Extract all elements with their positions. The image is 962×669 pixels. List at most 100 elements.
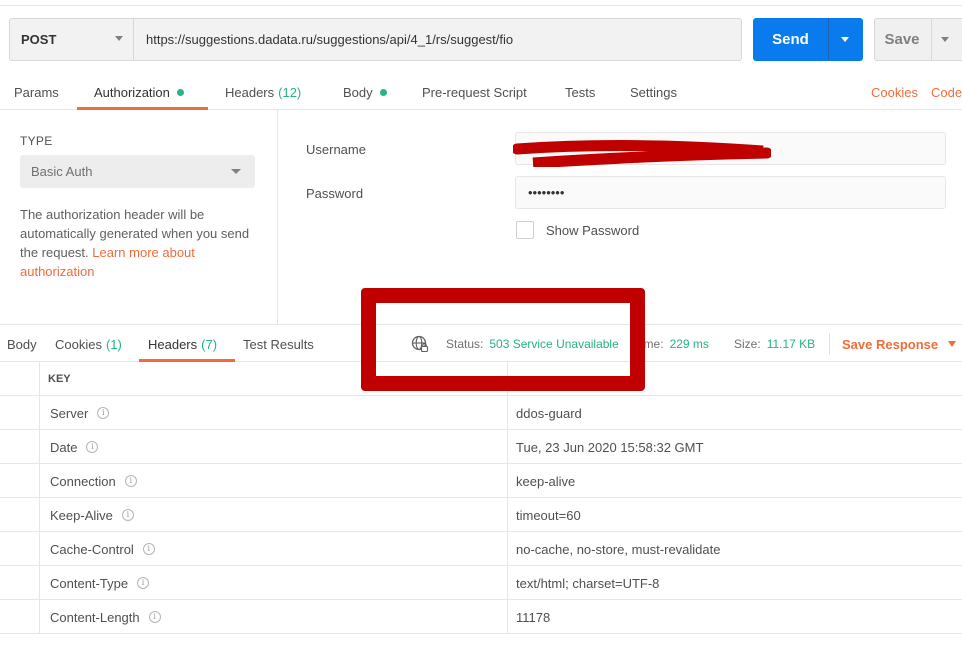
send-label: Send xyxy=(772,31,809,48)
response-tab-body[interactable]: Body xyxy=(7,325,37,363)
header-key-text: Content-Length xyxy=(50,609,140,625)
chevron-down-icon xyxy=(231,169,241,174)
password-input[interactable]: •••••••• xyxy=(515,176,946,209)
show-password-label: Show Password xyxy=(546,223,640,238)
save-label: Save xyxy=(884,31,920,48)
chevron-down-icon[interactable] xyxy=(841,37,849,42)
auth-description: The authorization header will be automat… xyxy=(20,205,260,281)
tab-body[interactable]: Body xyxy=(343,74,387,110)
info-icon[interactable]: i xyxy=(142,543,155,555)
info-icon[interactable]: i xyxy=(148,611,161,623)
time-meta: Time: 229 ms xyxy=(634,325,709,363)
header-value: no-cache, no-store, must-revalidate xyxy=(516,541,721,557)
username-label: Username xyxy=(306,142,366,157)
response-headers-table: KEY Server i ddos-guard Date i Tue, 23 Jun 20… xyxy=(0,362,962,634)
save-button[interactable]: Save xyxy=(874,18,962,61)
header-value: 11178 xyxy=(516,609,551,625)
tab-authorization[interactable]: Authorization xyxy=(94,74,184,110)
info-icon[interactable]: i xyxy=(137,577,150,589)
size-meta: Size: 11.17 KB xyxy=(734,325,815,363)
table-row: Date i Tue, 23 Jun 2020 15:58:32 GMT xyxy=(0,430,962,464)
active-dot-icon xyxy=(176,88,184,96)
row-gutter xyxy=(0,600,40,634)
response-tab-test-results-label: Test Results xyxy=(243,336,314,352)
tab-body-label: Body xyxy=(343,84,373,100)
table-row: Connection i keep-alive xyxy=(0,464,962,498)
header-key: Cache-Control i xyxy=(50,532,155,566)
header-value: Tue, 23 Jun 2020 15:58:32 GMT xyxy=(516,439,704,455)
password-label: Password xyxy=(306,186,364,201)
header-key-text: Keep-Alive xyxy=(50,507,113,523)
column-divider xyxy=(507,600,508,634)
chevron-down-icon[interactable] xyxy=(941,37,949,42)
size-value: 11.17 KB xyxy=(766,337,816,351)
auth-type-select[interactable]: Basic Auth xyxy=(20,155,255,188)
response-tab-headers-count: (7) xyxy=(201,336,218,352)
row-gutter xyxy=(0,430,40,464)
info-icon[interactable]: i xyxy=(86,441,99,453)
tab-prerequest-label: Pre-request Script xyxy=(422,84,527,100)
response-tab-body-label: Body xyxy=(7,336,37,352)
info-icon[interactable]: i xyxy=(97,407,110,419)
column-divider xyxy=(507,396,508,430)
column-divider xyxy=(507,464,508,498)
show-password-checkbox[interactable] xyxy=(516,221,534,239)
header-value: timeout=60 xyxy=(516,507,581,523)
save-response-button[interactable]: Save Response xyxy=(842,325,957,363)
code-link-label: Code xyxy=(931,84,962,100)
response-tab-headers[interactable]: Headers (7) xyxy=(148,325,217,363)
header-key: Server i xyxy=(50,396,110,430)
row-gutter xyxy=(0,566,40,600)
header-key: Content-Length i xyxy=(50,600,161,634)
cookies-link-label: Cookies xyxy=(871,84,918,100)
code-link[interactable]: Code xyxy=(931,74,962,110)
column-divider xyxy=(507,566,508,600)
header-key-text: Connection xyxy=(50,473,116,489)
chevron-down-icon xyxy=(115,36,123,41)
header-key: Keep-Alive i xyxy=(50,498,134,532)
response-tab-test-results[interactable]: Test Results xyxy=(243,325,314,363)
cookies-link[interactable]: Cookies xyxy=(871,74,918,110)
send-divider xyxy=(828,18,829,61)
tab-headers-label: Headers xyxy=(225,84,275,100)
tab-tests[interactable]: Tests xyxy=(565,74,595,110)
meta-divider xyxy=(829,333,830,355)
type-label: TYPE xyxy=(20,134,53,148)
header-value: text/html; charset=UTF-8 xyxy=(516,575,660,591)
method-select[interactable]: POST xyxy=(9,18,134,61)
tab-tests-label: Tests xyxy=(565,84,596,100)
header-value: keep-alive xyxy=(516,473,576,489)
active-dot-icon xyxy=(379,88,387,96)
row-gutter xyxy=(0,498,40,532)
auth-type-panel: TYPE Basic Auth The authorization header… xyxy=(0,110,278,324)
tab-settings[interactable]: Settings xyxy=(630,74,677,110)
row-gutter xyxy=(0,532,40,566)
tab-headers[interactable]: Headers (12) xyxy=(225,74,301,110)
table-row: Content-Type i text/html; charset=UTF-8 xyxy=(0,566,962,600)
key-column-header: KEY xyxy=(48,373,71,385)
info-icon[interactable]: i xyxy=(121,509,134,521)
row-gutter xyxy=(0,396,40,430)
send-button[interactable]: Send xyxy=(753,18,863,61)
table-row: Keep-Alive i timeout=60 xyxy=(0,498,962,532)
save-response-label: Save Response xyxy=(842,336,939,352)
url-input[interactable]: https://suggestions.dadata.ru/suggestion… xyxy=(134,18,742,61)
save-divider xyxy=(931,19,932,60)
size-label: Size: xyxy=(734,337,761,351)
header-key-text: Date xyxy=(50,439,78,455)
column-divider xyxy=(507,532,508,566)
table-row: Server i ddos-guard xyxy=(0,396,962,430)
header-key: Content-Type i xyxy=(50,566,150,600)
tab-prerequest-script[interactable]: Pre-request Script xyxy=(422,74,527,110)
method-label: POST xyxy=(21,32,57,47)
column-divider xyxy=(507,430,508,464)
header-key: Connection i xyxy=(50,464,137,498)
info-icon[interactable]: i xyxy=(124,475,137,487)
tab-params[interactable]: Params xyxy=(14,74,59,110)
header-key-text: Server xyxy=(50,405,89,421)
response-tab-cookies[interactable]: Cookies (1) xyxy=(55,325,122,363)
response-tab-headers-label: Headers xyxy=(148,336,198,352)
redaction-scribble xyxy=(513,140,771,167)
tab-headers-count: (12) xyxy=(278,84,302,100)
auth-type-value: Basic Auth xyxy=(31,164,93,179)
